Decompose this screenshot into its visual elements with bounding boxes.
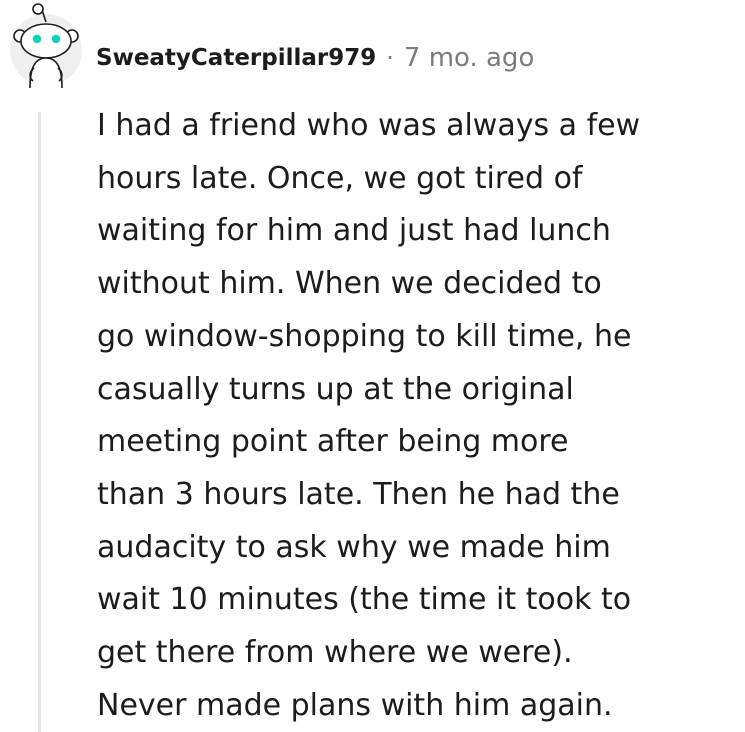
comment-body-line: go window-shopping to kill time, he: [97, 318, 632, 354]
comment-timestamp[interactable]: 7 mo. ago: [404, 43, 534, 73]
comment-body: I had a friend who was always a few hour…: [97, 100, 737, 732]
reddit-snoo-avatar-icon: [10, 3, 82, 89]
comment-body-line: wait 10 minutes (the time it took to: [97, 582, 632, 618]
author-username[interactable]: SweatyCaterpillar979: [96, 45, 376, 71]
comment-body-line: casually turns up at the original: [97, 371, 574, 407]
comment-body-line: audacity to ask why we made him: [97, 529, 611, 565]
thread-line[interactable]: [38, 112, 41, 732]
avatar[interactable]: [6, 2, 82, 89]
comment-body-line: Never made plans with him again.: [97, 687, 613, 723]
comment-body-line: hours late. Once, we got tired of: [97, 160, 583, 196]
comment-body-line: I had a friend who was always a few: [97, 108, 641, 143]
comment-body-line: without him. When we decided to: [97, 266, 602, 302]
comment: SweatyCaterpillar979 · 7 mo. ago I had a…: [0, 0, 745, 732]
comment-body-line: waiting for him and just had lunch: [97, 213, 611, 249]
comment-body-line: get there from where we were).: [97, 635, 573, 671]
comment-header: SweatyCaterpillar979 · 7 mo. ago: [96, 36, 534, 80]
comment-body-line: than 3 hours late. Then he had the: [97, 476, 620, 512]
meta-separator: ·: [386, 44, 394, 72]
comment-body-line: meeting point after being more: [97, 424, 569, 460]
